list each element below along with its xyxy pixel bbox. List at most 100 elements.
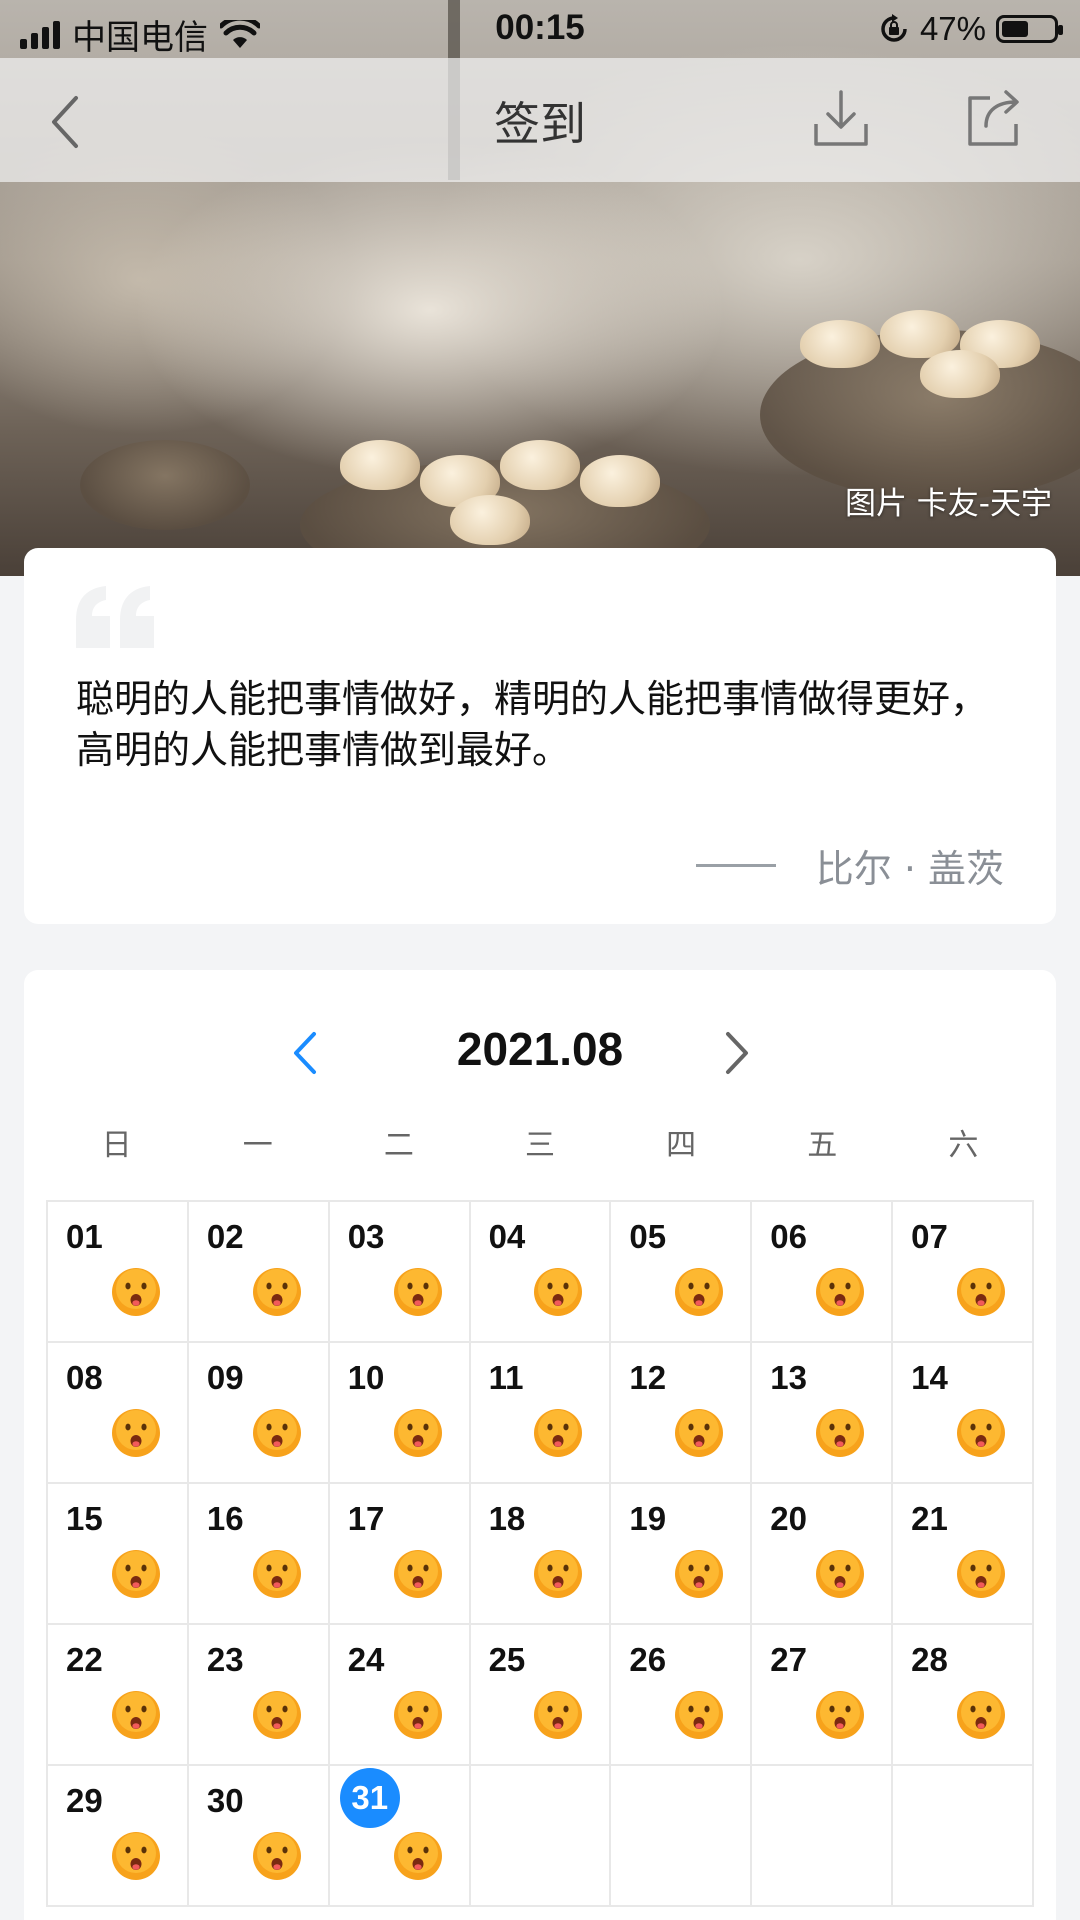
smiley-face-icon [815, 1267, 865, 1317]
day-number: 25 [488, 1641, 526, 1678]
calendar-day-cell[interactable]: 03 [329, 1202, 471, 1343]
day-number: 19 [629, 1500, 667, 1537]
smiley-face-icon [393, 1267, 443, 1317]
day-number: 04 [488, 1218, 526, 1255]
rotation-lock-icon [881, 14, 907, 42]
calendar-day-cell[interactable]: 05 [611, 1202, 753, 1343]
quote-attribution: 比尔 · 盖茨 [695, 838, 1004, 893]
day-number: 06 [770, 1218, 807, 1255]
calendar-day-cell[interactable]: 18 [470, 1484, 612, 1625]
smiley-face-icon [252, 1831, 302, 1881]
day-number: 17 [347, 1500, 385, 1537]
weekday-label: 二 [383, 1128, 414, 1163]
share-icon[interactable] [960, 86, 1026, 152]
bun [340, 440, 420, 490]
day-number: 10 [347, 1359, 385, 1396]
calendar-day-cell[interactable]: 24 [329, 1625, 471, 1766]
smiley-face-icon [393, 1549, 443, 1599]
calendar-empty-cell [470, 1766, 612, 1907]
day-number: 13 [770, 1359, 807, 1396]
calendar-grid: 01 02 03 04 05 06 07 08 09 10 11 12 13 14 15 16 17 18 19 20… [46, 1200, 1034, 1907]
calendar-day-cell[interactable]: 21 [893, 1484, 1034, 1625]
calendar-header: 2021.08 [24, 1022, 1056, 1092]
smiley-face-icon [533, 1690, 583, 1740]
calendar-day-cell[interactable]: 27 [752, 1625, 894, 1766]
day-number: 24 [347, 1641, 385, 1678]
calendar-day-cell[interactable]: 28 [893, 1625, 1034, 1766]
calendar-day-cell[interactable]: 30 [188, 1766, 330, 1907]
calendar-day-cell[interactable]: 20 [752, 1484, 894, 1625]
day-number: 05 [629, 1218, 667, 1255]
calendar-empty-cell [611, 1766, 753, 1907]
calendar-day-cell[interactable]: 10 [329, 1343, 471, 1484]
calendar-day-cell[interactable]: 13 [752, 1343, 894, 1484]
smiley-face-icon [815, 1690, 865, 1740]
smiley-face-icon [956, 1267, 1006, 1317]
calendar-day-cell[interactable]: 19 [611, 1484, 753, 1625]
smiley-face-icon [393, 1831, 443, 1881]
bun [800, 320, 880, 368]
smiley-face-icon [252, 1267, 302, 1317]
calendar-day-cell[interactable]: 06 [752, 1202, 894, 1343]
calendar-day-cell[interactable]: 29 [48, 1766, 189, 1907]
weekday-label: 日 [101, 1128, 132, 1163]
calendar-day-cell[interactable]: 08 [48, 1343, 189, 1484]
smiley-face-icon [956, 1408, 1006, 1458]
smiley-face-icon [111, 1267, 161, 1317]
bun [450, 495, 530, 545]
next-month-icon[interactable] [716, 1028, 756, 1078]
calendar-empty-cell [893, 1766, 1034, 1907]
bun [580, 455, 660, 507]
day-number: 03 [347, 1218, 385, 1255]
status-bar: 中国电信 00:15 47% [0, 0, 1080, 58]
day-number: 01 [66, 1218, 103, 1255]
calendar-day-cell[interactable]: 15 [48, 1484, 189, 1625]
smiley-face-icon [533, 1408, 583, 1458]
day-number: 26 [629, 1641, 667, 1678]
battery-icon [996, 15, 1063, 43]
weekday-label: 五 [807, 1128, 838, 1163]
smiley-face-icon [393, 1408, 443, 1458]
calendar-day-cell[interactable]: 25 [470, 1625, 612, 1766]
calendar-day-cell[interactable]: 12 [611, 1343, 753, 1484]
nav-bar: 签到 [0, 58, 1080, 182]
day-number: 22 [66, 1641, 103, 1678]
calendar-day-cell[interactable]: 17 [329, 1484, 471, 1625]
day-number: 21 [911, 1500, 948, 1537]
smiley-face-icon [252, 1549, 302, 1599]
smiley-face-icon [956, 1549, 1006, 1599]
download-icon[interactable] [808, 86, 874, 152]
weekday-label: 六 [948, 1128, 979, 1163]
smiley-face-icon [815, 1549, 865, 1599]
weekday-label: 三 [524, 1128, 555, 1163]
day-number: 27 [770, 1641, 807, 1678]
calendar-day-cell[interactable]: 14 [893, 1343, 1034, 1484]
calendar-day-cell[interactable]: 11 [470, 1343, 612, 1484]
calendar-day-cell[interactable]: 31 [329, 1766, 471, 1907]
smiley-face-icon [533, 1549, 583, 1599]
smiley-face-icon [252, 1408, 302, 1458]
smiley-face-icon [674, 1690, 724, 1740]
calendar-day-cell[interactable]: 23 [188, 1625, 330, 1766]
calendar-day-cell[interactable]: 04 [470, 1202, 612, 1343]
quote-text: 聪明的人能把事情做好，精明的人能把事情做得更好，高明的人能把事情做到最好。 [76, 677, 989, 772]
day-number: 30 [206, 1782, 244, 1819]
smiley-face-icon [111, 1408, 161, 1458]
calendar-month: 2021.08 [456, 1023, 624, 1075]
calendar-day-cell[interactable]: 16 [188, 1484, 330, 1625]
today-date: 31 [339, 1768, 400, 1828]
calendar-day-cell[interactable]: 09 [188, 1343, 330, 1484]
quotation-mark-icon [76, 586, 154, 648]
day-number: 11 [488, 1359, 524, 1396]
smiley-face-icon [393, 1690, 443, 1740]
calendar-day-cell[interactable]: 26 [611, 1625, 753, 1766]
day-number: 12 [629, 1359, 667, 1396]
smiley-face-icon [533, 1267, 583, 1317]
photo-credit: 图片 卡友-天宇 [844, 486, 1052, 522]
calendar-day-cell[interactable]: 02 [188, 1202, 330, 1343]
smiley-face-icon [815, 1408, 865, 1458]
battery-percent: 47% [919, 10, 986, 47]
calendar-day-cell[interactable]: 22 [48, 1625, 189, 1766]
calendar-day-cell[interactable]: 07 [893, 1202, 1034, 1343]
calendar-day-cell[interactable]: 01 [48, 1202, 189, 1343]
